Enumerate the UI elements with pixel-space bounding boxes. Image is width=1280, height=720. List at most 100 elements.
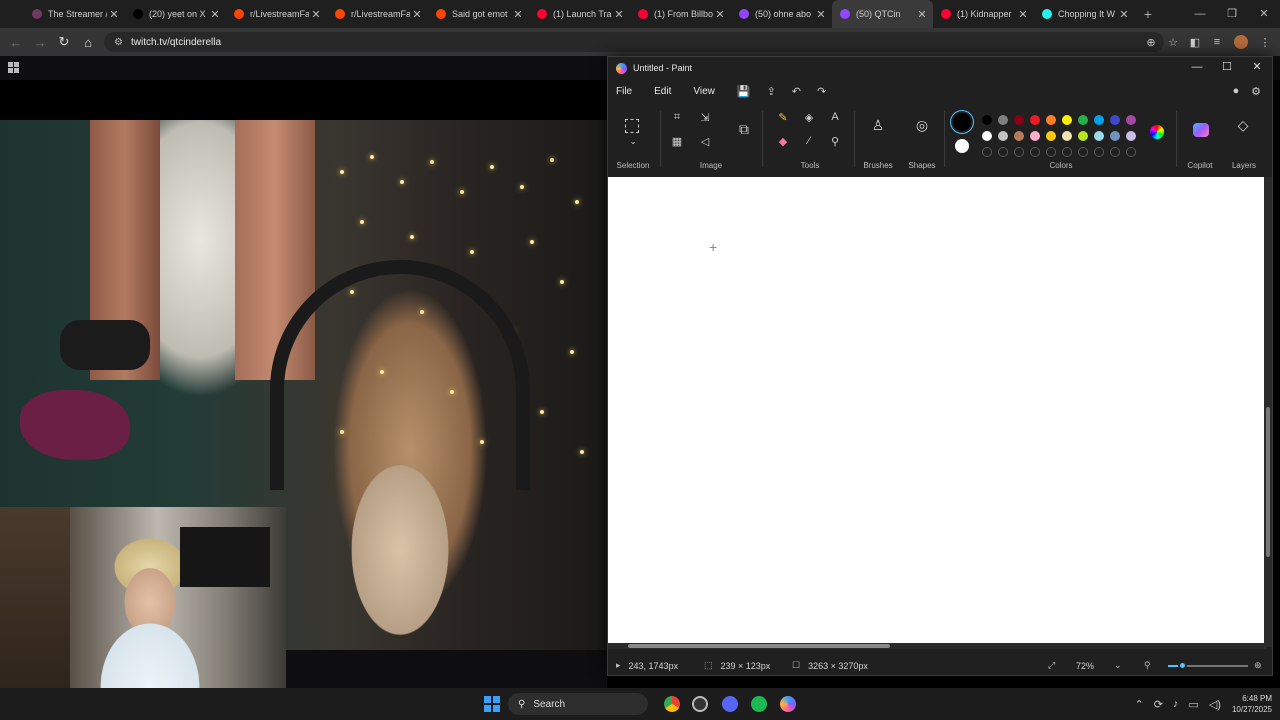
tab-close-icon[interactable]: ✕ [713,8,727,21]
custom-color-slot[interactable] [1046,147,1056,157]
remove-background-icon[interactable]: ⧉ [735,121,753,138]
color-picker-icon[interactable]: ⁄ [800,135,818,147]
tab-close-icon[interactable]: ✕ [814,8,828,21]
pencil-icon[interactable]: ✎ [774,111,792,124]
custom-color-slot[interactable] [1078,147,1088,157]
custom-color-slot[interactable] [1110,147,1120,157]
custom-color-slot[interactable] [1062,147,1072,157]
menu-list-icon[interactable]: ≡ [1206,36,1228,48]
layers-icon[interactable]: ◇ [1234,117,1252,134]
custom-color-slot[interactable] [982,147,992,157]
minimize-icon[interactable]: — [1184,0,1216,28]
fill-bucket-icon[interactable]: ◈ [800,111,818,124]
palette-swatch[interactable] [1062,115,1072,125]
redo-icon[interactable]: ↷ [817,85,826,98]
clock[interactable]: 6:48 PM 10/27/2025 [1232,693,1272,715]
tab-close-icon[interactable]: ✕ [511,8,525,21]
browser-tab[interactable]: Chopping It W ✕ [1034,0,1135,28]
browser-tab[interactable]: Said got emot ✕ [428,0,529,28]
palette-swatch[interactable] [1126,115,1136,125]
palette-swatch[interactable] [998,131,1008,141]
profile-avatar[interactable] [1234,35,1248,49]
volume-icon[interactable]: ◁) [1209,698,1221,711]
paint-taskbar-icon[interactable] [780,696,796,712]
palette-swatch[interactable] [1110,115,1120,125]
menu-file[interactable]: File [616,86,632,97]
brush-icon[interactable]: ♙ [869,117,887,134]
palette-swatch[interactable] [1014,131,1024,141]
home-icon[interactable]: ⌂ [76,35,100,50]
tab-close-icon[interactable]: ✕ [208,8,222,21]
palette-swatch[interactable] [1046,131,1056,141]
text-tool-icon[interactable]: A [826,111,844,123]
browser-tab[interactable]: (20) yeet on X ✕ [125,0,226,28]
custom-color-slot[interactable] [998,147,1008,157]
secondary-color-swatch[interactable] [955,139,969,153]
browser-tab[interactable]: (1) Launch Tra ✕ [529,0,630,28]
crop-icon[interactable]: ⌗ [668,111,686,124]
magnifier-icon[interactable]: ⚲ [826,135,844,148]
palette-swatch[interactable] [1078,131,1088,141]
edit-colors-icon[interactable] [1150,125,1164,139]
account-icon[interactable]: ● [1226,85,1246,97]
sync-icon[interactable]: ⟳ [1154,698,1163,711]
menu-edit[interactable]: Edit [654,86,671,97]
chevron-up-icon[interactable]: ⌃ [1134,698,1143,711]
tab-close-icon[interactable]: ✕ [309,8,323,21]
bookmark-star-icon[interactable]: ☆ [1162,36,1184,49]
palette-swatch[interactable] [1030,115,1040,125]
browser-tab[interactable]: The Streamer / ✕ [24,0,125,28]
back-arrow-icon[interactable]: ← [4,35,28,50]
close-icon[interactable]: ✕ [1248,0,1280,28]
chevron-down-icon[interactable]: ⌄ [624,137,642,146]
drawing-canvas[interactable]: + [608,177,1266,643]
selection-tool-icon[interactable] [625,119,639,133]
palette-swatch[interactable] [1030,131,1040,141]
maximize-icon[interactable]: ❐ [1216,0,1248,28]
save-icon[interactable]: 💾 [737,85,751,98]
palette-swatch[interactable] [1078,115,1088,125]
forward-arrow-icon[interactable]: → [28,35,52,50]
custom-color-slot[interactable] [1094,147,1104,157]
discord-icon[interactable] [722,696,738,712]
more-menu-icon[interactable]: ⋮ [1254,36,1276,49]
zoom-level[interactable]: 72% [1076,661,1094,671]
zoom-slider[interactable] [1168,661,1248,670]
palette-swatch[interactable] [1094,115,1104,125]
palette-swatch[interactable] [998,115,1008,125]
zoom-icon[interactable]: ⊕ [1140,36,1162,49]
reload-icon[interactable]: ↻ [52,34,76,50]
settings-gear-icon[interactable]: ⚙ [1246,85,1266,98]
browser-tab[interactable]: (50) ohne abo ✕ [731,0,832,28]
extensions-icon[interactable]: ◧ [1184,36,1206,49]
start-button[interactable] [484,696,500,712]
microphone-icon[interactable]: ♪ [1173,698,1179,710]
address-bar[interactable]: ⚙ twitch.tv/qtcinderella [104,32,1164,52]
eraser-icon[interactable]: ◆ [774,135,792,148]
share-icon[interactable]: ⇪ [767,85,776,98]
apps-grid-icon[interactable] [8,62,19,73]
primary-color-swatch[interactable] [953,113,971,131]
undo-icon[interactable]: ↶ [792,85,801,98]
tab-close-icon[interactable]: ✕ [915,8,929,21]
taskbar-search[interactable]: ⚲ Search [508,693,648,715]
custom-color-slot[interactable] [1030,147,1040,157]
zoom-out-icon[interactable]: ⚲ [1144,660,1151,671]
display-icon[interactable]: ▭ [1188,698,1198,711]
browser-tab[interactable]: (50) QTCin ✕ [832,0,933,28]
vertical-scrollbar[interactable] [1264,177,1272,647]
resize-icon[interactable]: ⇲ [696,111,714,124]
browser-tab[interactable]: (1) From Billbo ✕ [630,0,731,28]
tab-close-icon[interactable]: ✕ [107,8,121,21]
settings-app-icon[interactable] [692,696,708,712]
copilot-icon[interactable] [1193,123,1209,137]
palette-swatch[interactable] [1094,131,1104,141]
tab-close-icon[interactable]: ✕ [1016,8,1030,21]
zoom-in-icon[interactable]: ⊕ [1254,660,1262,671]
palette-swatch[interactable] [982,131,992,141]
tab-close-icon[interactable]: ✕ [1117,8,1131,21]
tab-close-icon[interactable]: ✕ [410,8,424,21]
minimize-icon[interactable]: — [1182,57,1212,77]
browser-tab[interactable]: (1) Kidnapper ✕ [933,0,1034,28]
browser-tab[interactable]: r/LivestreamFa ✕ [226,0,327,28]
